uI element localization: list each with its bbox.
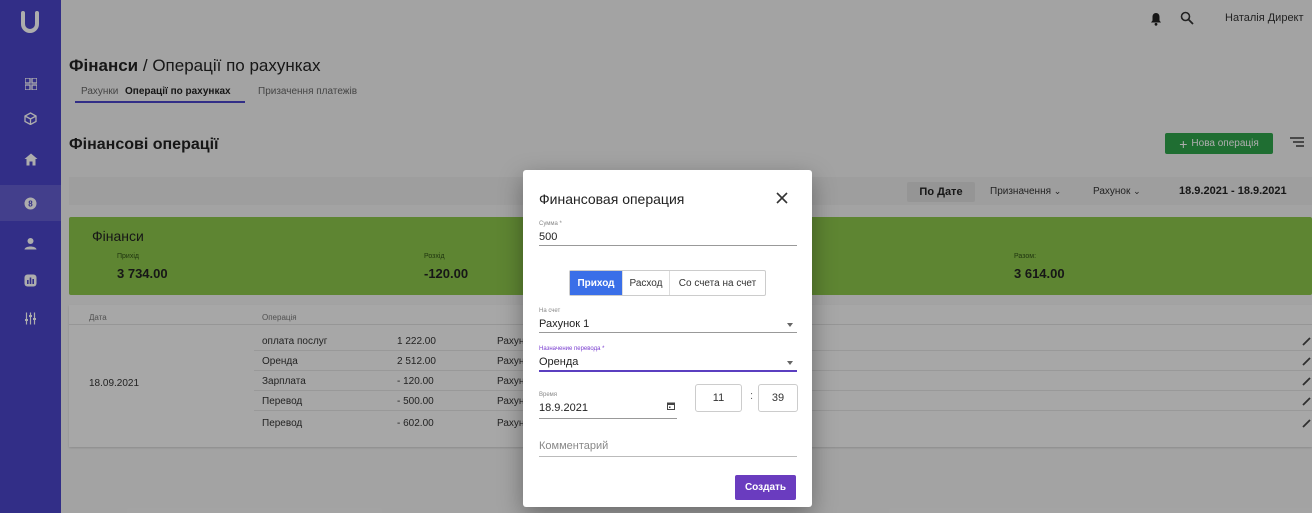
purpose-label: Назначение перевода * <box>539 346 605 352</box>
hour-input[interactable]: 11 <box>695 384 742 412</box>
dropdown-arrow-icon <box>787 361 793 365</box>
to-account-underline <box>539 332 797 333</box>
calendar-icon[interactable] <box>667 402 675 410</box>
operation-type-toggle: Приход Расход Со счета на счет <box>569 270 766 296</box>
purpose-underline <box>539 370 797 372</box>
dialog-title: Финансовая операция <box>539 191 685 207</box>
amount-underline <box>539 245 797 246</box>
dropdown-arrow-icon <box>787 323 793 327</box>
comment-underline <box>539 456 797 457</box>
toggle-income[interactable]: Приход <box>570 271 623 295</box>
date-input[interactable]: 18.9.2021 <box>539 402 588 414</box>
financial-operation-dialog: Финансовая операция Сумма * 500 Приход Р… <box>523 170 812 507</box>
purpose-select[interactable]: Оренда <box>539 356 578 368</box>
minute-input[interactable]: 39 <box>758 384 798 412</box>
to-account-select[interactable]: Рахунок 1 <box>539 318 589 330</box>
date-underline <box>539 418 677 419</box>
amount-input[interactable]: 500 <box>539 231 557 243</box>
toggle-expense[interactable]: Расход <box>623 271 670 295</box>
amount-label: Сумма * <box>539 221 562 227</box>
to-account-label: На счет <box>539 308 561 314</box>
close-icon[interactable] <box>775 191 789 205</box>
create-button[interactable]: Создать <box>735 475 796 500</box>
comment-input[interactable]: Комментарий <box>539 440 608 452</box>
time-label: Время <box>539 392 558 398</box>
toggle-transfer[interactable]: Со счета на счет <box>670 271 765 295</box>
time-separator: : <box>750 390 754 402</box>
